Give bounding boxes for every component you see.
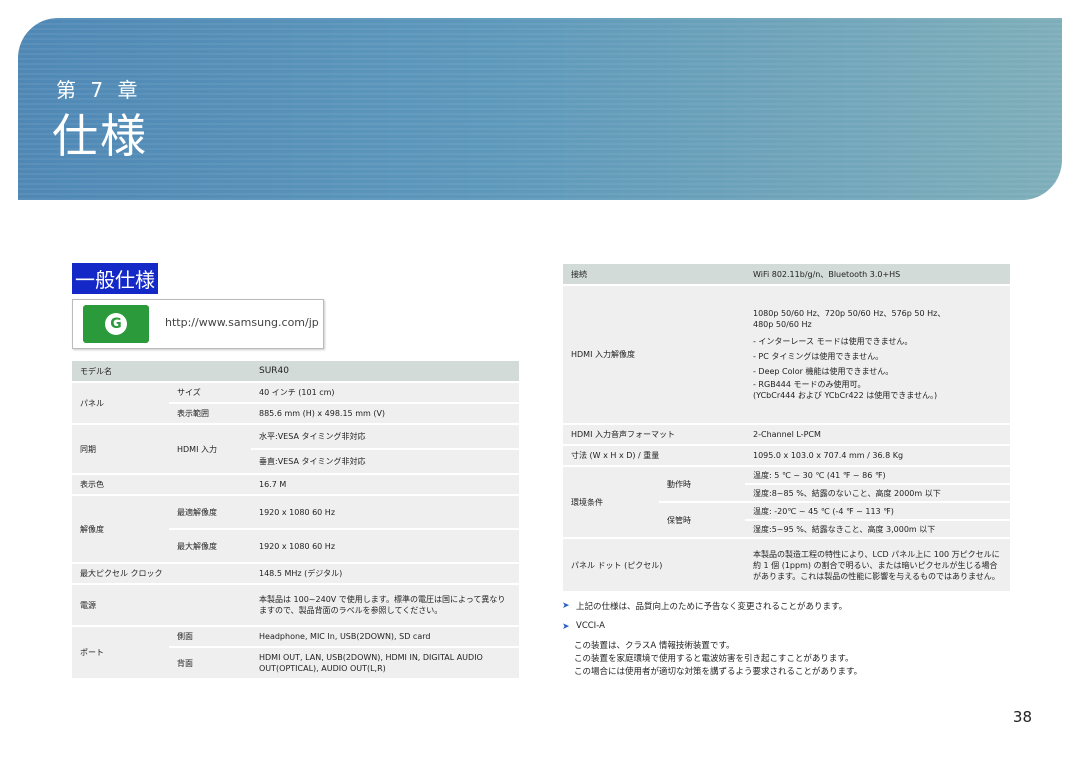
table-row: 最大ピクセル クロック 148.5 MHz (デジタル) bbox=[72, 564, 519, 583]
note-text: 上記の仕様は、品質向上のために予告なく変更されることがあります。 bbox=[576, 602, 848, 612]
vcci-statement: この装置は、クラスA 情報技術装置です。 この装置を家庭環境で使用すると電波妨害… bbox=[562, 640, 862, 679]
vcci-line: この場合には使用者が適切な対策を講ずるよう要求されることがあります。 bbox=[574, 667, 863, 677]
panel-size-value: 40 インチ (101 cm) bbox=[251, 383, 519, 402]
table-row: パネル サイズ 40 インチ (101 cm) bbox=[72, 383, 519, 423]
ports-back-label: 背面 bbox=[169, 648, 251, 678]
storage-label: 保管時 bbox=[659, 503, 745, 537]
environment-label: 環境条件 bbox=[563, 467, 659, 537]
sync-sub-label: HDMI 入力 bbox=[169, 425, 251, 473]
hdmi-resolution-label: HDMI 入力解像度 bbox=[563, 286, 745, 423]
note-text: VCCI-A bbox=[576, 621, 605, 631]
panel-size-label: サイズ bbox=[169, 383, 251, 402]
logo-url: http://www.samsung.com/jp bbox=[165, 316, 319, 329]
table-row: 解像度 最適解像度 1920 x 1080 60 Hz bbox=[72, 496, 519, 562]
table-row: 同期 HDMI 入力 水平:VESA タイミング非対応 bbox=[72, 425, 519, 473]
chapter-label: 第 7 章 bbox=[56, 78, 142, 102]
note-item: ➤ VCCI-A bbox=[562, 621, 862, 632]
connection-label: 接続 bbox=[563, 264, 745, 284]
chapter-banner bbox=[18, 18, 1062, 200]
table-row: 寸法 (W x H x D) / 重量 1095.0 x 103.0 x 707… bbox=[563, 446, 1010, 465]
power-label: 電源 bbox=[72, 585, 251, 625]
operating-humidity: 湿度:8~85 %、結露のないこと、高度 2000m 以下 bbox=[745, 485, 1010, 501]
table-row: HDMI 入力音声フォーマット 2-Channel L-PCM bbox=[563, 425, 1010, 444]
operating-label: 動作時 bbox=[659, 467, 745, 501]
colors-value: 16.7 M bbox=[251, 475, 519, 494]
table-row: 電源 本製品は 100~240V で使用します。標準の電圧は国によって異なります… bbox=[72, 585, 519, 625]
ports-back-value: HDMI OUT, LAN, USB(2DOWN), HDMI IN, DIGI… bbox=[251, 648, 519, 678]
hdmi-res-line: 1080p 50/60 Hz、720p 50/60 Hz、576p 50 Hz、 bbox=[753, 309, 946, 318]
hdmi-res-line: - RGB444 モードのみ使用可。 bbox=[753, 380, 866, 389]
max-resolution-label: 最大解像度 bbox=[169, 530, 251, 562]
hdmi-res-line: 480p 50/60 Hz bbox=[753, 320, 812, 329]
storage-humidity: 湿度:5~95 %、結露なきこと、高度 3,000m 以下 bbox=[745, 521, 1010, 537]
hdmi-res-line: (YCbCr444 および YCbCr422 は使用できません。) bbox=[753, 391, 938, 400]
resolution-label: 解像度 bbox=[72, 496, 169, 562]
panel-label: パネル bbox=[72, 383, 169, 423]
ports-side-label: 側面 bbox=[169, 627, 251, 646]
panel-area-value: 885.6 mm (H) x 498.15 mm (V) bbox=[251, 404, 519, 423]
table-row: 環境条件 動作時 温度: 5 ℃ ~ 30 ℃ (41 ℉ ~ 86 ℉) bbox=[563, 467, 1010, 537]
ports-side-value: Headphone, MIC In, USB(2DOWN), SD card bbox=[251, 627, 519, 646]
page-number: 38 bbox=[1012, 708, 1032, 726]
hdmi-resolution-value: 1080p 50/60 Hz、720p 50/60 Hz、576p 50 Hz、… bbox=[745, 286, 1010, 423]
clock-label: 最大ピクセル クロック bbox=[72, 564, 251, 583]
hdmi-audio-value: 2-Channel L-PCM bbox=[745, 425, 1010, 444]
pixel-label: パネル ドット (ピクセル) bbox=[563, 539, 745, 591]
optimal-resolution-label: 最適解像度 bbox=[169, 496, 251, 528]
note-item: ➤ 上記の仕様は、品質向上のために予告なく変更されることがあります。 bbox=[562, 600, 862, 612]
panel-area-label: 表示範囲 bbox=[169, 404, 251, 423]
storage-temperature: 温度: -20℃ ~ 45 ℃ (-4 ℉ ~ 113 ℉) bbox=[745, 503, 1010, 519]
banner-texture bbox=[18, 18, 1062, 200]
colors-label: 表示色 bbox=[72, 475, 251, 494]
vcci-line: この装置を家庭環境で使用すると電波妨害を引き起こすことがあります。 bbox=[574, 654, 854, 664]
optimal-resolution-value: 1920 x 1080 60 Hz bbox=[251, 496, 519, 528]
arrow-icon: ➤ bbox=[562, 622, 570, 632]
hdmi-res-line: - インターレース モードは使用できません。 bbox=[753, 337, 913, 346]
spec-table-right: 接続 WiFi 802.11b/g/n、Bluetooth 3.0+HS HDM… bbox=[563, 262, 1010, 593]
power-value: 本製品は 100~240V で使用します。標準の電圧は国によって異なりますので、… bbox=[251, 585, 519, 625]
dimensions-value: 1095.0 x 103.0 x 707.4 mm / 36.8 Kg bbox=[745, 446, 1010, 465]
model-label: モデル名 bbox=[72, 361, 251, 381]
clock-value: 148.5 MHz (デジタル) bbox=[251, 564, 519, 583]
connection-value: WiFi 802.11b/g/n、Bluetooth 3.0+HS bbox=[745, 264, 1010, 284]
recycle-hands-icon: G bbox=[83, 305, 149, 343]
sync-value-h: 水平:VESA タイミング非対応 bbox=[251, 425, 519, 448]
table-row: 接続 WiFi 802.11b/g/n、Bluetooth 3.0+HS bbox=[563, 264, 1010, 284]
sync-label: 同期 bbox=[72, 425, 169, 473]
section-title: 一般仕様 bbox=[72, 263, 158, 294]
page-title: 仕様 bbox=[52, 109, 148, 163]
hdmi-res-line: - Deep Color 機能は使用できません。 bbox=[753, 367, 894, 376]
ecology-logo: G http://www.samsung.com/jp bbox=[72, 299, 324, 349]
hdmi-res-line: - PC タイミングは使用できません。 bbox=[753, 352, 884, 361]
table-row: モデル名 SUR40 bbox=[72, 361, 519, 381]
table-row: 表示色 16.7 M bbox=[72, 475, 519, 494]
max-resolution-value: 1920 x 1080 60 Hz bbox=[251, 530, 519, 562]
hdmi-audio-label: HDMI 入力音声フォーマット bbox=[563, 425, 745, 444]
model-value: SUR40 bbox=[251, 361, 519, 381]
spec-table-left: モデル名 SUR40 パネル サイズ 40 インチ (101 cm) 表示範囲 … bbox=[72, 359, 519, 680]
ports-label: ポート bbox=[72, 627, 169, 678]
operating-temperature: 温度: 5 ℃ ~ 30 ℃ (41 ℉ ~ 86 ℉) bbox=[745, 467, 1010, 483]
dimensions-label: 寸法 (W x H x D) / 重量 bbox=[563, 446, 745, 465]
sync-value-v: 垂直:VESA タイミング非対応 bbox=[251, 450, 519, 473]
table-row: パネル ドット (ピクセル) 本製品の製造工程の特性により、LCD パネル上に … bbox=[563, 539, 1010, 591]
notes: ➤ 上記の仕様は、品質向上のために予告なく変更されることがあります。 ➤ VCC… bbox=[562, 600, 862, 679]
pixel-value: 本製品の製造工程の特性により、LCD パネル上に 100 万ピクセルに約 1 個… bbox=[745, 539, 1010, 591]
table-row: ポート 側面 Headphone, MIC In, USB(2DOWN), SD… bbox=[72, 627, 519, 678]
vcci-line: この装置は、クラスA 情報技術装置です。 bbox=[574, 641, 735, 651]
table-row: HDMI 入力解像度 1080p 50/60 Hz、720p 50/60 Hz、… bbox=[563, 286, 1010, 423]
arrow-icon: ➤ bbox=[562, 601, 570, 611]
